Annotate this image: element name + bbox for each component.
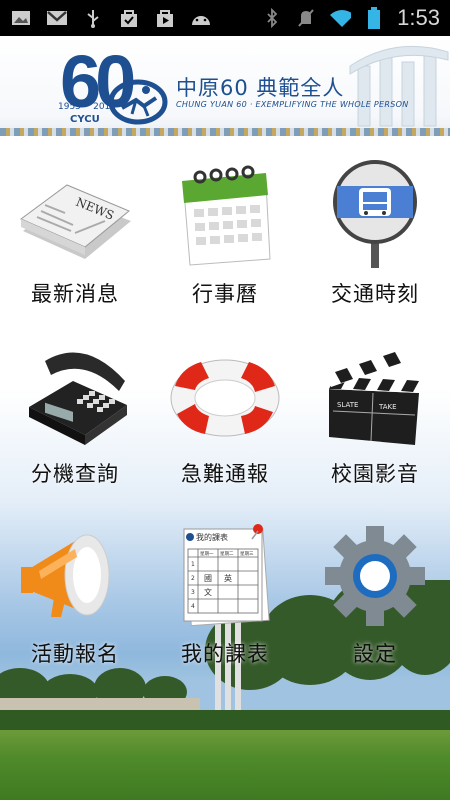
newspaper-icon: NEWS bbox=[15, 156, 135, 276]
calendar-icon bbox=[165, 156, 285, 276]
svg-text:星期一: 星期一 bbox=[200, 551, 214, 557]
svg-text:2: 2 bbox=[191, 575, 195, 582]
menu-grid: NEWS 最新消息 行事曆 交通時刻 分機查詢 急難通報 SLATE TAKE … bbox=[0, 136, 450, 696]
menu-item-label: 行事曆 bbox=[192, 282, 258, 306]
lawn bbox=[0, 730, 450, 800]
megaphone-icon bbox=[15, 516, 135, 636]
svg-text:星期二: 星期二 bbox=[220, 551, 234, 557]
svg-text:國: 國 bbox=[204, 574, 212, 583]
main-menu-area: NEWS 最新消息 行事曆 交通時刻 分機查詢 急難通報 SLATE TAKE … bbox=[0, 136, 450, 800]
menu-item-timetable[interactable]: 我的課表 星期一 星期二 星期三 1 2 3 4 國 文 英 我的課表 bbox=[150, 496, 300, 686]
menu-item-label: 活動報名 bbox=[31, 642, 119, 666]
mute-icon bbox=[295, 8, 317, 28]
status-bar: 1:53 bbox=[0, 0, 450, 36]
menu-item-emergency[interactable]: 急難通報 bbox=[150, 316, 300, 496]
menu-item-calendar[interactable]: 行事曆 bbox=[150, 136, 300, 316]
logo-abbrev: CYCU bbox=[70, 114, 100, 125]
menu-item-label: 急難通報 bbox=[181, 462, 269, 486]
menu-item-label: 分機查詢 bbox=[31, 462, 119, 486]
svg-text:我的課表: 我的課表 bbox=[196, 532, 228, 542]
menu-item-media[interactable]: SLATE TAKE 校園影音 bbox=[300, 316, 450, 496]
gmail-icon bbox=[46, 8, 68, 28]
svg-text:星期三: 星期三 bbox=[240, 551, 254, 557]
image-icon bbox=[10, 8, 32, 28]
brand-title: 中原60 典範全人 bbox=[176, 76, 345, 100]
pillars-graphic bbox=[349, 45, 449, 127]
brand-subtitle: CHUNG YUAN 60 · EXEMPLIFYING THE WHOLE P… bbox=[176, 100, 409, 109]
menu-item-label: 校園影音 bbox=[331, 462, 419, 486]
svg-text:1: 1 bbox=[191, 561, 195, 568]
usb-icon bbox=[82, 8, 104, 28]
svg-text:英: 英 bbox=[224, 573, 232, 583]
menu-item-settings[interactable]: 設定 bbox=[300, 496, 450, 686]
play-store-icon bbox=[154, 8, 176, 28]
android-icon bbox=[190, 8, 212, 28]
menu-item-label: 設定 bbox=[353, 642, 397, 666]
wifi-icon bbox=[329, 8, 352, 28]
logo-years: 1955 2015 bbox=[58, 102, 116, 112]
clock: 1:53 bbox=[397, 5, 440, 30]
menu-item-transport[interactable]: 交通時刻 bbox=[300, 136, 450, 316]
lifebuoy-icon bbox=[165, 336, 285, 456]
header-stripe bbox=[0, 128, 450, 136]
telephone-icon bbox=[15, 336, 135, 456]
bag-icon bbox=[118, 8, 140, 28]
menu-item-label: 交通時刻 bbox=[331, 282, 419, 306]
svg-text:3: 3 bbox=[191, 589, 195, 596]
clapperboard-icon: SLATE TAKE bbox=[315, 336, 435, 456]
gear-icon bbox=[315, 516, 435, 636]
menu-item-extension[interactable]: 分機查詢 bbox=[0, 316, 150, 496]
svg-text:SLATE: SLATE bbox=[337, 401, 358, 409]
svg-text:4: 4 bbox=[191, 603, 195, 610]
menu-item-label: 我的課表 bbox=[181, 642, 269, 666]
menu-item-news[interactable]: NEWS 最新消息 bbox=[0, 136, 150, 316]
svg-text:TAKE: TAKE bbox=[378, 403, 397, 411]
menu-item-registration[interactable]: 活動報名 bbox=[0, 496, 150, 686]
svg-text:文: 文 bbox=[204, 587, 212, 597]
timetable-icon: 我的課表 星期一 星期二 星期三 1 2 3 4 國 文 英 bbox=[165, 516, 285, 636]
runner-logo-icon bbox=[108, 79, 168, 125]
battery-icon bbox=[363, 7, 385, 29]
bluetooth-icon bbox=[261, 8, 283, 28]
menu-item-label: 最新消息 bbox=[31, 282, 119, 306]
bus-sign-icon bbox=[315, 156, 435, 276]
header-banner: 60 1955 2015 CYCU 中原60 典範全人 CHUNG YUAN 60… bbox=[0, 36, 450, 136]
